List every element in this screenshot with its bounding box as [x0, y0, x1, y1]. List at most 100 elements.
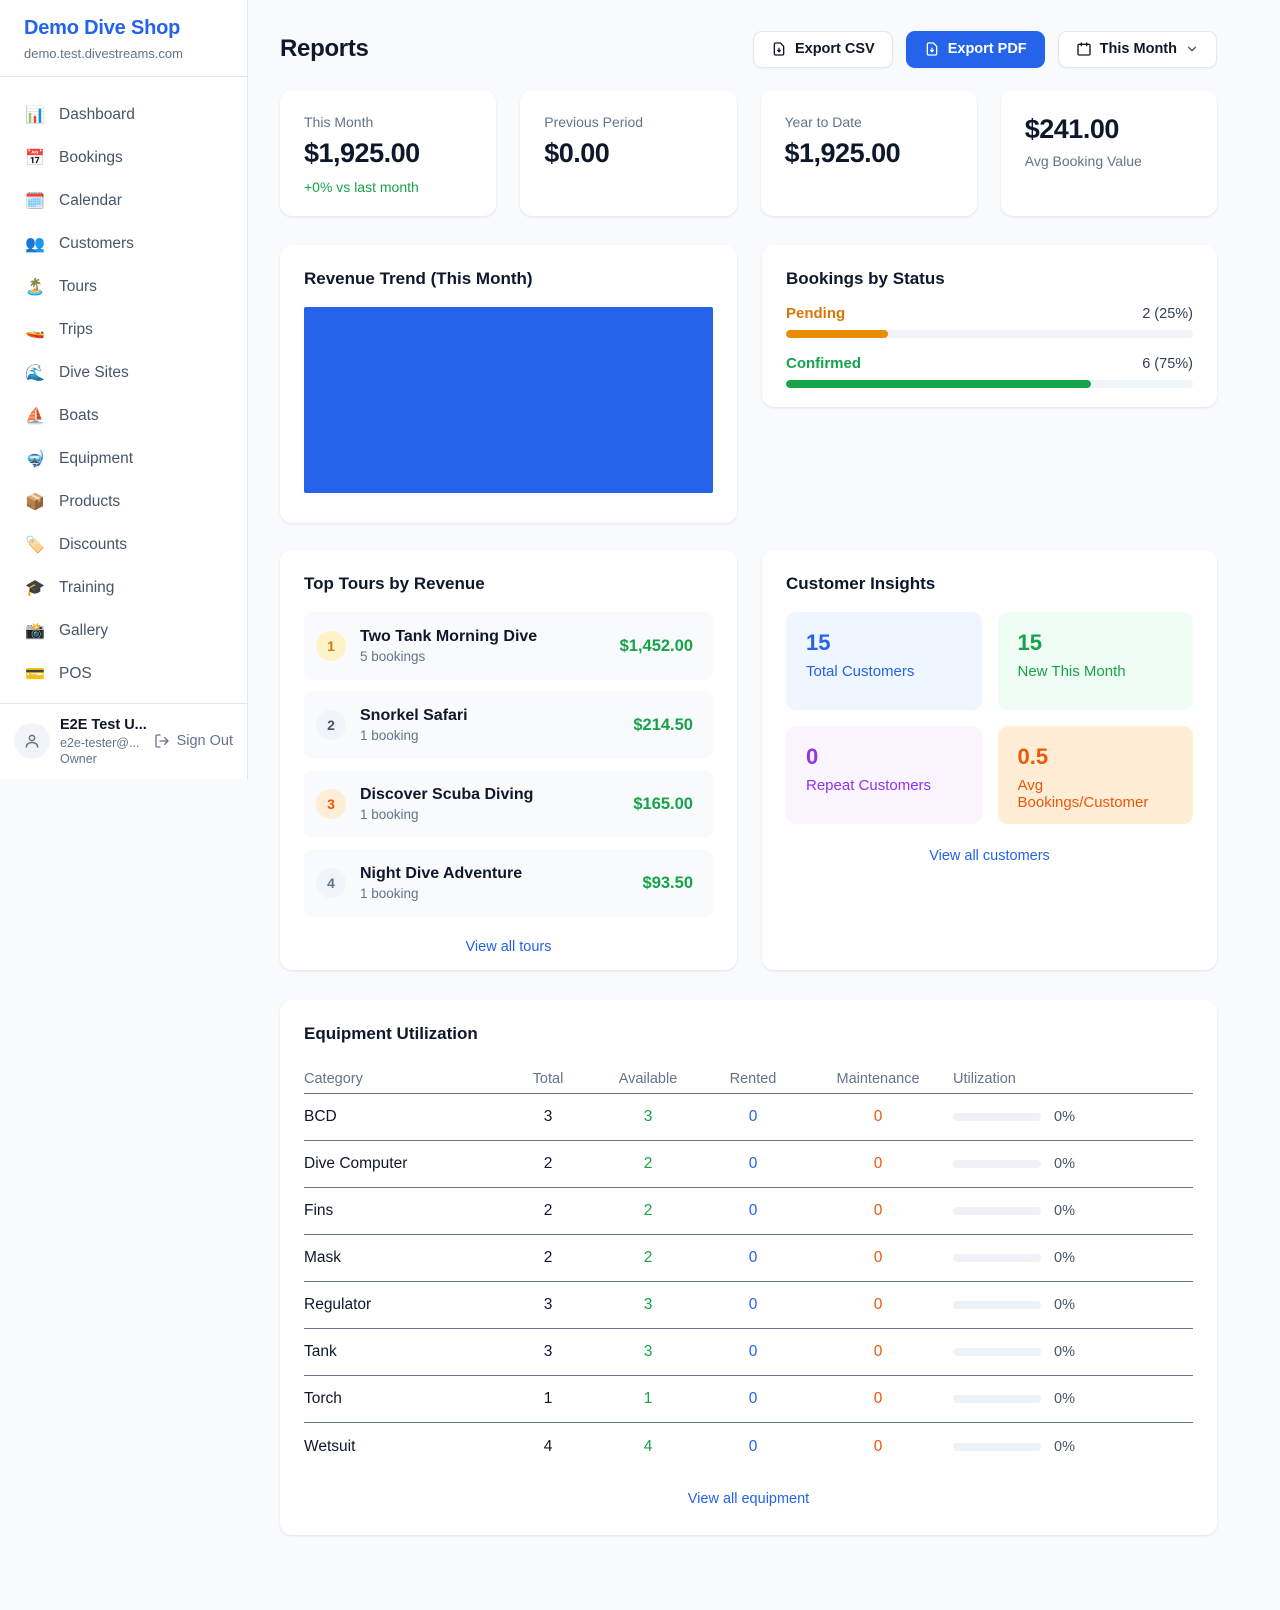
boats-icon: ⛵	[24, 406, 46, 426]
sidebar-header: Demo Dive Shop demo.test.divestreams.com	[0, 0, 247, 77]
equipment-col-total: Total	[503, 1071, 593, 1087]
table-row: Mask22000%	[304, 1235, 1193, 1282]
sidebar-item-training[interactable]: 🎓Training	[12, 566, 235, 609]
period-dropdown[interactable]: This Month	[1058, 31, 1217, 68]
bookings-icon: 📅	[24, 148, 46, 168]
equipment-table-header: CategoryTotalAvailableRentedMaintenanceU…	[304, 1064, 1193, 1094]
logout-icon	[154, 733, 170, 749]
utilization-pct: 0%	[1054, 1109, 1075, 1125]
sidebar-item-boats[interactable]: ⛵ Boats	[12, 394, 235, 437]
calendar-icon: 🗓️	[24, 191, 46, 211]
file-icon	[771, 41, 787, 57]
status-row-confirmed: Confirmed6 (75%)	[786, 355, 1193, 388]
stat-value: $1,925.00	[785, 138, 953, 169]
export-pdf-button[interactable]: Export PDF	[906, 31, 1045, 68]
sidebar-item-label: Equipment	[59, 450, 133, 468]
tour-bookings: 1 booking	[360, 807, 533, 822]
stats-row: This Month$1,925.00+0% vs last month Prev…	[280, 90, 1217, 216]
stat-card: Year to Date $1,925.00	[761, 90, 977, 216]
rank-badge: 2	[316, 710, 346, 740]
sidebar-item-bookings[interactable]: 📅 Bookings	[12, 136, 235, 179]
equipment-utilization: 0%	[953, 1250, 1193, 1266]
sidebar-item-calendar[interactable]: 🗓️Calendar	[12, 179, 235, 222]
sidebar-item-label: Boats	[59, 407, 99, 425]
insight-tile-label: Repeat Customers	[806, 777, 962, 794]
utilization-pct: 0%	[1054, 1439, 1075, 1455]
stat-value: $241.00	[1025, 114, 1193, 145]
top-tours-title: Top Tours by Revenue	[304, 574, 713, 594]
customer-insights-title: Customer Insights	[786, 574, 1193, 594]
equipment-total: 2	[503, 1155, 593, 1173]
stat-value: $1,925.00	[304, 138, 472, 169]
tours-icon: 🏝️	[24, 277, 46, 297]
status-label: Confirmed	[786, 355, 861, 372]
export-csv-label: Export CSV	[795, 41, 875, 57]
equipment-total: 3	[503, 1108, 593, 1126]
sidebar-item-dashboard[interactable]: 📊Dashboard	[12, 93, 235, 136]
stat-label: Year to Date	[785, 114, 953, 130]
export-csv-button[interactable]: Export CSV	[753, 31, 893, 68]
sidebar: Demo Dive Shop demo.test.divestreams.com…	[0, 0, 248, 779]
sidebar-item-tours[interactable]: 🏝️Tours	[12, 265, 235, 308]
rank-badge: 4	[316, 868, 346, 898]
insight-tile-label: Avg Bookings/Customer	[1018, 777, 1174, 811]
customer-insights-card: Customer Insights 15Total Customers15New…	[762, 550, 1217, 970]
status-progress-fill	[786, 330, 888, 338]
equipment-utilization: 0%	[953, 1203, 1193, 1219]
stat-card: This Month$1,925.00+0% vs last month	[280, 90, 496, 216]
status-rows: Pending2 (25%)Confirmed6 (75%)	[786, 305, 1193, 388]
status-progress-track	[786, 330, 1193, 338]
insight-tile-value: 15	[1018, 630, 1174, 656]
equipment-maintenance: 0	[803, 1343, 953, 1361]
insight-tile: 0Repeat Customers	[786, 726, 982, 824]
tour-amount: $1,452.00	[620, 637, 693, 656]
utilization-bar	[953, 1348, 1041, 1356]
header-actions: Export CSV Export PDF This Month	[753, 31, 1217, 68]
sign-out-button[interactable]: Sign Out	[154, 733, 233, 749]
equipment-category: Wetsuit	[304, 1438, 503, 1456]
sidebar-user-footer: E2E Test U... e2e-tester@... Owner Sign …	[0, 703, 247, 779]
view-all-equipment-link[interactable]: View all equipment	[304, 1491, 1193, 1507]
user-name: E2E Test U...	[60, 716, 144, 735]
sidebar-item-dive-sites[interactable]: 🌊Dive Sites	[12, 351, 235, 394]
sidebar-item-label: Bookings	[59, 149, 123, 167]
products-icon: 📦	[24, 492, 46, 512]
utilization-pct: 0%	[1054, 1250, 1075, 1266]
stat-label: Avg Booking Value	[1025, 153, 1193, 169]
sidebar-item-gallery[interactable]: 📸Gallery	[12, 609, 235, 652]
equipment-available: 1	[593, 1390, 703, 1408]
pos-icon: 💳	[24, 664, 46, 684]
utilization-pct: 0%	[1054, 1203, 1075, 1219]
sidebar-item-label: Dive Sites	[59, 364, 129, 382]
sidebar-item-customers[interactable]: 👥Customers	[12, 222, 235, 265]
sidebar-item-products[interactable]: 📦Products	[12, 480, 235, 523]
sidebar-nav: 📊Dashboard📅Bookings🗓️Calendar👥Customers🏝…	[0, 77, 247, 703]
stat-value: $0.00	[544, 138, 712, 169]
table-row: Dive Computer22000%	[304, 1141, 1193, 1188]
status-head: Confirmed6 (75%)	[786, 355, 1193, 372]
equipment-rented: 0	[703, 1343, 803, 1361]
view-all-customers-link[interactable]: View all customers	[786, 848, 1193, 864]
tour-bookings: 5 bookings	[360, 649, 537, 664]
export-pdf-label: Export PDF	[948, 41, 1027, 57]
sidebar-item-pos[interactable]: 💳POS	[12, 652, 235, 695]
sidebar-item-equipment[interactable]: 🤿Equipment	[12, 437, 235, 480]
utilization-pct: 0%	[1054, 1344, 1075, 1360]
sidebar-item-label: Discounts	[59, 536, 127, 554]
utilization-bar	[953, 1301, 1041, 1309]
equipment-rented: 0	[703, 1202, 803, 1220]
top-tours-card: Top Tours by Revenue 1Two Tank Morning D…	[280, 550, 737, 970]
stat-label: Previous Period	[544, 114, 712, 130]
tour-name: Snorkel Safari	[360, 707, 468, 725]
tour-meta: Night Dive Adventure1 booking	[360, 865, 522, 901]
tour-list-item: 4Night Dive Adventure1 booking$93.50	[304, 849, 713, 917]
bookings-by-status-card: Bookings by Status Pending2 (25%)Confirm…	[762, 245, 1217, 407]
utilization-bar	[953, 1113, 1041, 1121]
equipment-utilization: 0%	[953, 1297, 1193, 1313]
calendar-icon	[1076, 41, 1092, 57]
sidebar-item-discounts[interactable]: 🏷️Discounts	[12, 523, 235, 566]
view-all-tours-link[interactable]: View all tours	[304, 939, 713, 955]
sidebar-item-trips[interactable]: 🚤Trips	[12, 308, 235, 351]
period-label: This Month	[1100, 41, 1177, 57]
tour-list-item: 3Discover Scuba Diving1 booking$165.00	[304, 770, 713, 838]
